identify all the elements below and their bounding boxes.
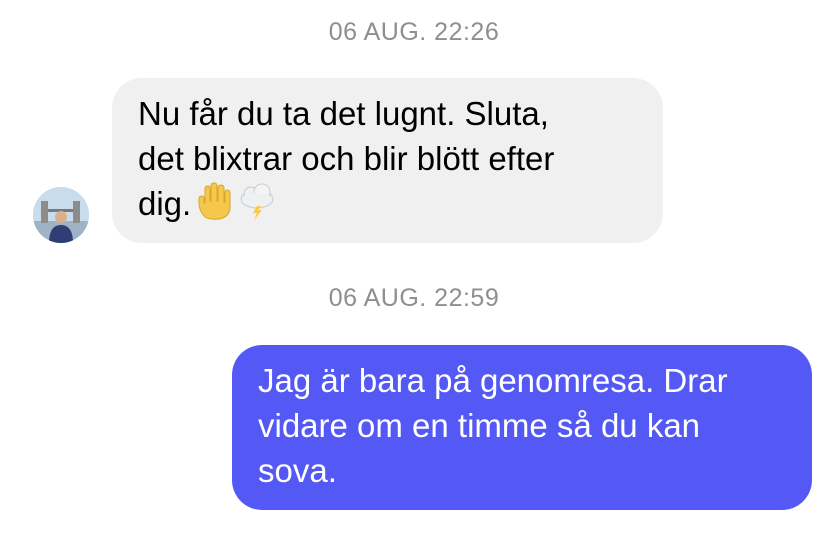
contact-avatar[interactable] [33,187,89,243]
message-text-last-line: dig. [138,181,637,232]
raised-hand-icon [193,181,233,232]
avatar-photo [33,187,89,243]
message-timestamp: 06 AUG. 22:26 [328,18,500,46]
cloud-lightning-icon [235,181,279,232]
message-text-line: Nu får du ta det lugnt. Sluta, [138,95,549,132]
outgoing-message-bubble[interactable]: Jag är bara på genomresa. Drar vidare om… [232,345,812,510]
incoming-message-bubble[interactable]: Nu får du ta det lugnt. Sluta, det blixt… [112,78,663,243]
message-text-line: det blixtrar och blir blött efter [138,140,555,177]
message-text-line: dig. [138,185,192,222]
message-timestamp: 06 AUG. 22:59 [328,284,500,312]
message-text-line: vidare om en timme så du kan [258,407,701,444]
message-text-line: sova. [258,452,337,489]
message-text-line: Jag är bara på genomresa. Drar [258,362,728,399]
